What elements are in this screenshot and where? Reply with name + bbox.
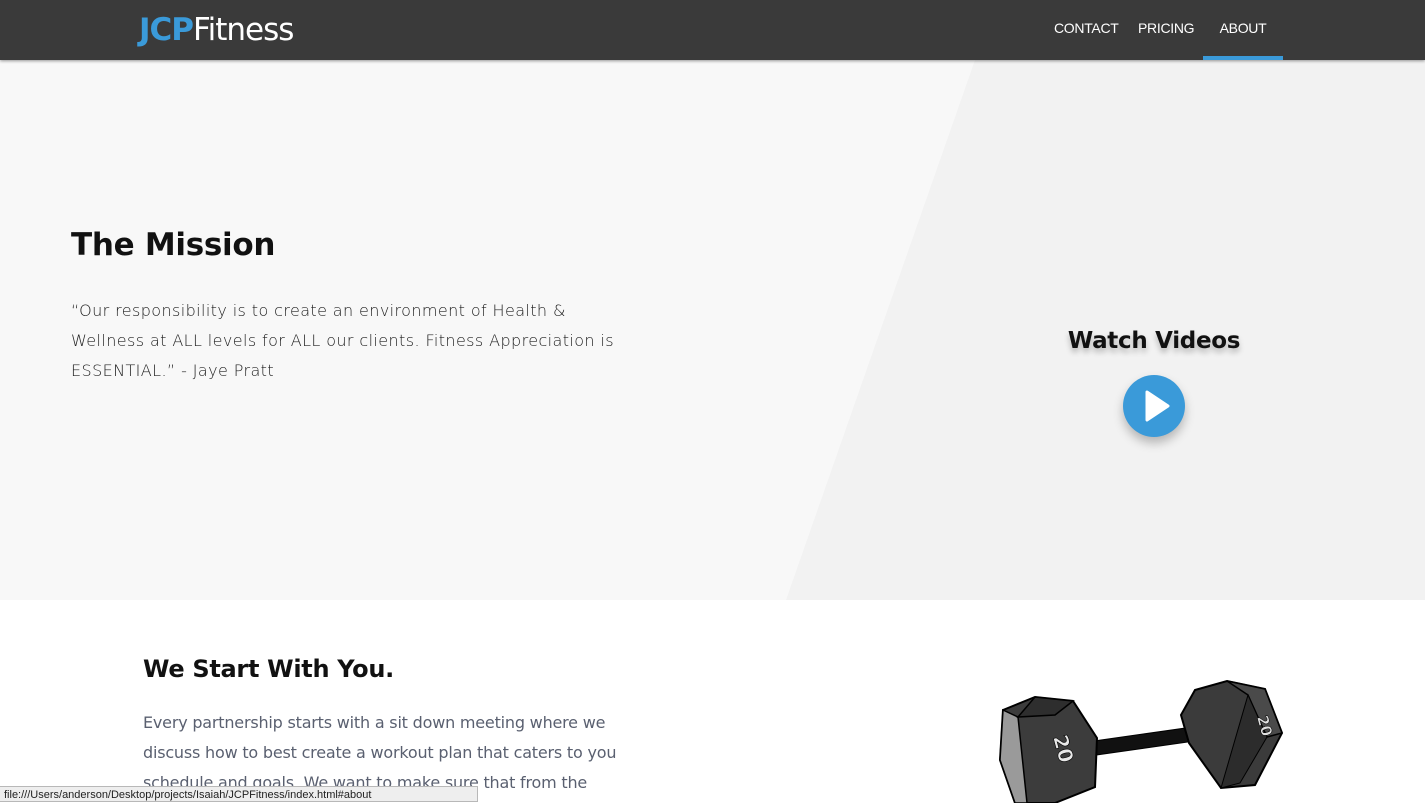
mission-title: The Mission bbox=[71, 227, 276, 263]
start-with-you-text: Every partnership starts with a sit down… bbox=[143, 713, 617, 792]
nav-pricing[interactable]: PRICING bbox=[1138, 0, 1195, 60]
mission-section: The Mission “Our responsibility is to cr… bbox=[0, 60, 1425, 600]
nav-about[interactable]: ABOUT bbox=[1203, 0, 1283, 60]
browser-status-bar: file:///Users/anderson/Desktop/projects/… bbox=[0, 786, 478, 802]
watch-videos-title: Watch Videos bbox=[1067, 328, 1241, 354]
nav-contact[interactable]: CONTACT bbox=[1054, 0, 1119, 60]
play-icon bbox=[1145, 390, 1170, 422]
logo[interactable]: JCPFitness bbox=[139, 10, 294, 50]
logo-part-jcp: JCP bbox=[139, 12, 194, 48]
mission-quote: “Our responsibility is to create an envi… bbox=[71, 301, 615, 380]
navbar: JCPFitness CONTACT PRICING ABOUT bbox=[0, 0, 1425, 60]
play-video-button[interactable] bbox=[1123, 375, 1185, 437]
logo-part-fitness: Fitness bbox=[193, 12, 294, 48]
dumbbell-icon: 20 20 bbox=[998, 679, 1284, 803]
start-with-you-title: We Start With You. bbox=[143, 655, 394, 683]
